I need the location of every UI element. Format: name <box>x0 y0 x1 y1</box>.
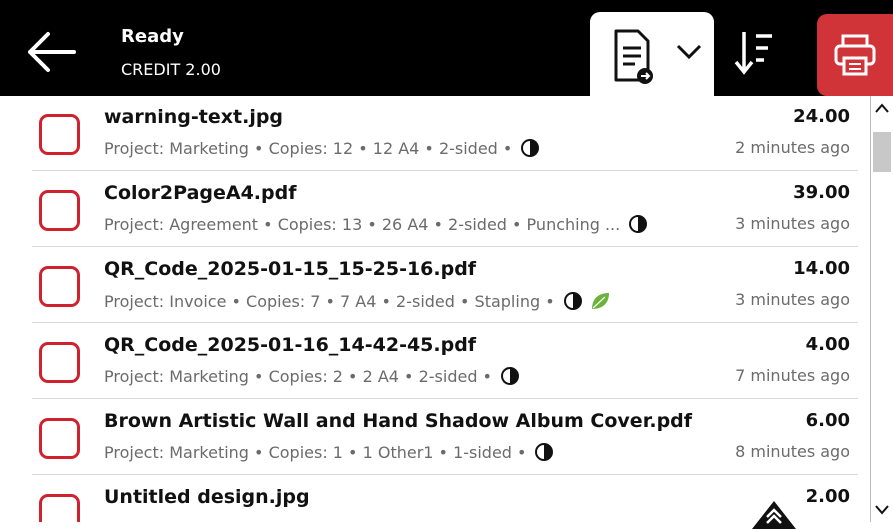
divider <box>32 246 858 247</box>
chevron-down-icon <box>676 44 702 60</box>
job-time: 3 minutes ago <box>735 290 850 309</box>
job-price: 4.00 <box>805 334 850 355</box>
select-checkbox[interactable] <box>39 190 80 231</box>
list-item[interactable]: Brown Artistic Wall and Hand Shadow Albu… <box>10 400 860 474</box>
file-name: Brown Artistic Wall and Hand Shadow Albu… <box>104 410 693 432</box>
status-text: Ready <box>121 26 184 47</box>
list-item[interactable]: Color2PageA4.pdf Project: Agreement • Co… <box>10 172 860 246</box>
top-bar: Ready CREDIT 2.00 <box>0 0 893 96</box>
file-name: warning-text.jpg <box>104 106 284 128</box>
select-checkbox[interactable] <box>39 266 80 307</box>
list-item[interactable]: QR_Code_2025-01-16_14-42-45.pdf Project:… <box>10 324 860 398</box>
job-details: Project: Agreement • Copies: 13 • 26 A4 … <box>104 214 648 234</box>
printer-icon <box>834 34 876 76</box>
chevron-up-icon[interactable] <box>874 102 890 114</box>
list-item[interactable]: warning-text.jpg Project: Marketing • Co… <box>10 96 860 170</box>
job-price: 39.00 <box>793 182 850 203</box>
job-time: 7 minutes ago <box>735 366 850 385</box>
scrollbar[interactable] <box>870 96 893 522</box>
file-name: QR_Code_2025-01-15_15-25-16.pdf <box>104 258 477 280</box>
job-time: 3 minutes ago <box>735 214 850 233</box>
list-item[interactable]: Untitled design.jpg 2.00 <box>10 476 860 522</box>
job-price: 24.00 <box>793 106 850 127</box>
select-checkbox[interactable] <box>39 494 80 522</box>
document-arrow-icon <box>614 29 653 84</box>
job-price: 14.00 <box>793 258 850 279</box>
job-price: 2.00 <box>805 486 850 507</box>
color-mode-icon <box>629 215 648 233</box>
divider <box>32 474 858 475</box>
list-item[interactable]: QR_Code_2025-01-15_15-25-16.pdf Project:… <box>10 248 860 322</box>
color-mode-icon <box>535 443 554 461</box>
chevron-down-icon[interactable] <box>874 504 890 516</box>
eco-leaf-icon <box>591 293 609 309</box>
credit-text: CREDIT 2.00 <box>121 60 221 79</box>
document-select-tab[interactable] <box>590 12 714 96</box>
color-mode-icon <box>521 139 540 157</box>
file-name: QR_Code_2025-01-16_14-42-45.pdf <box>104 334 477 356</box>
scrollbar-thumb[interactable] <box>873 132 891 172</box>
select-checkbox[interactable] <box>39 114 80 155</box>
job-details: Project: Marketing • Copies: 2 • 2 A4 • … <box>104 366 520 386</box>
job-list: warning-text.jpg Project: Marketing • Co… <box>10 96 870 522</box>
job-details: Project: Marketing • Copies: 1 • 1 Other… <box>104 442 554 462</box>
back-arrow-icon[interactable] <box>24 28 78 76</box>
select-checkbox[interactable] <box>39 418 80 459</box>
divider <box>32 398 858 399</box>
select-checkbox[interactable] <box>39 342 80 383</box>
job-details: Project: Invoice • Copies: 7 • 7 A4 • 2-… <box>104 290 611 312</box>
divider <box>32 322 858 323</box>
job-details: Project: Marketing • Copies: 12 • 12 A4 … <box>104 138 540 158</box>
color-mode-icon <box>563 292 582 310</box>
print-button[interactable] <box>817 14 893 96</box>
scroll-to-top-icon[interactable] <box>748 489 800 529</box>
divider <box>32 170 858 171</box>
sort-descending-icon[interactable] <box>734 30 774 76</box>
file-name: Untitled design.jpg <box>104 486 310 508</box>
file-name: Color2PageA4.pdf <box>104 182 297 204</box>
job-time: 8 minutes ago <box>735 442 850 461</box>
color-mode-icon <box>501 367 519 385</box>
job-price: 6.00 <box>805 410 850 431</box>
job-time: 2 minutes ago <box>735 138 850 157</box>
